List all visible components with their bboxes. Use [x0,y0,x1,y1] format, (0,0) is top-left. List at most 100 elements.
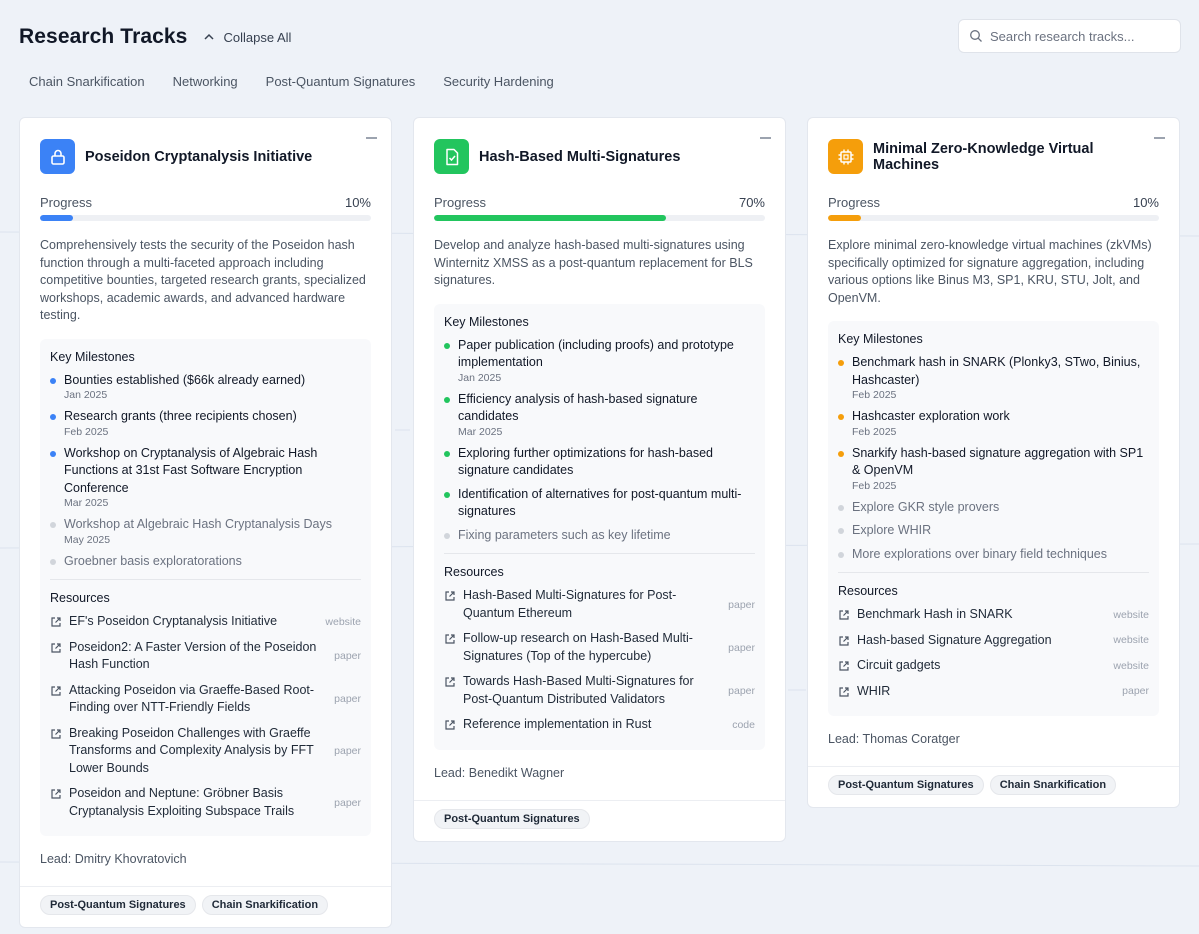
milestone-text: Paper publication (including proofs) and… [458,337,734,370]
resource-link[interactable]: Breaking Poseidon Challenges with Graeff… [50,725,361,778]
milestone-dot [838,528,844,534]
collapse-all-button[interactable]: Collapse All [203,30,291,45]
milestone-item: Research grants (three recipients chosen… [50,408,361,439]
resource-type: website [1113,608,1149,621]
milestone-text: Hashcaster exploration work [852,409,1010,423]
filter-post-quantum-signatures[interactable]: Post-Quantum Signatures [266,74,416,89]
tag-list: Post-Quantum Signatures Chain Snarkifica… [808,766,1179,807]
external-link-icon [839,610,849,620]
resource-type: website [1113,659,1149,672]
milestone-item: Workshop at Algebraic Hash Cryptanalysis… [50,516,361,547]
milestones-resources-panel: Key Milestones Benchmark hash in SNARK (… [828,321,1159,716]
milestone-dot [50,450,56,457]
external-link-icon [445,634,455,644]
external-link-icon [51,617,61,627]
tag-chip[interactable]: Post-Quantum Signatures [828,775,984,795]
resource-link[interactable]: Poseidon2: A Faster Version of the Posei… [50,639,361,674]
collapse-card-icon[interactable] [366,130,377,141]
tag-chip[interactable]: Chain Snarkification [989,775,1117,795]
card-title: Minimal Zero-Knowledge Virtual Machines [873,140,1094,173]
search-icon [970,30,982,42]
collapse-card-icon[interactable] [1154,130,1165,141]
resource-link[interactable]: EF's Poseidon Cryptanalysis Initiative we… [50,613,361,631]
card-description: Explore minimal zero-knowledge virtual m… [828,238,1152,305]
milestone-date: Jan 2025 [64,389,108,401]
milestones-heading: Key Milestones [50,349,135,364]
milestone-text: Workshop at Algebraic Hash Cryptanalysis… [64,517,332,531]
tag-chip[interactable]: Post-Quantum Signatures [434,808,590,829]
resource-link[interactable]: Benchmark Hash in SNARK website [838,606,1149,624]
resource-link[interactable]: Attacking Poseidon via Graeffe-Based Roo… [50,682,361,717]
resource-type: paper [728,598,755,611]
progress-bar [434,215,765,221]
resource-title: EF's Poseidon Cryptanalysis Initiative [69,614,278,628]
milestone-dot [444,450,450,457]
milestone-text: Identification of alternatives for post-… [458,486,742,519]
resource-type: paper [1122,685,1149,698]
chevron-up-icon [204,33,214,40]
milestones-resources-panel: Key Milestones Bounties established ($66… [40,338,371,836]
page-title: Research Tracks [19,25,188,48]
milestone-item: Snarkify hash-based signature aggregatio… [838,445,1149,493]
resource-link[interactable]: Reference implementation in Rust code [444,716,755,734]
resource-title: Hash-Based Multi-Signatures for Post-Qua… [463,588,677,620]
resource-title: WHIR [857,683,891,698]
milestone-item: Benchmark hash in SNARK (Plonky3, STwo, … [838,354,1149,402]
resource-link[interactable]: Poseidon and Neptune: Gröbner Basis Cryp… [50,785,361,820]
resource-type: website [325,615,361,628]
filter-security-hardening[interactable]: Security Hardening [443,74,554,89]
resources-heading: Resources [444,565,504,579]
milestone-date: Jan 2025 [458,371,502,384]
filter-networking[interactable]: Networking [173,74,238,89]
card-title: Hash-Based Multi-Signatures [479,148,681,165]
milestone-dot [50,414,56,420]
search-input[interactable] [990,28,1170,44]
resource-title: Poseidon2: A Faster Version of the Posei… [69,639,317,672]
milestone-dot [838,504,844,511]
milestone-item: More explorations over binary field tech… [838,546,1149,564]
tag-chip[interactable]: Chain Snarkification [201,895,329,915]
progress-value: 10% [344,195,371,210]
track-card-hash-multisig: Hash-Based Multi-Signatures Progress 70%… [413,117,786,842]
external-link-icon [51,685,61,696]
milestone-item: Fixing parameters such as key lifetime [444,527,755,545]
track-card-poseidon: Poseidon Cryptanalysis Initiative Progre… [19,117,392,928]
milestones-heading: Key Milestones [838,332,923,346]
resource-link[interactable]: Towards Hash-Based Multi-Signatures for … [444,673,755,708]
milestone-item: Explore GKR style provers [838,499,1149,517]
resource-link[interactable]: Follow-up research on Hash-Based Multi-S… [444,630,755,665]
milestones-heading: Key Milestones [444,314,529,329]
file-check-icon [434,139,469,174]
resource-title: Follow-up research on Hash-Based Multi-S… [463,631,693,663]
tag-chip[interactable]: Post-Quantum Signatures [40,895,196,915]
external-link-icon [445,677,455,687]
resource-type: website [1113,634,1149,647]
milestone-text: Bounties established ($66k already earne… [64,372,306,387]
lock-icon [40,139,75,174]
resource-link[interactable]: Hash-Based Multi-Signatures for Post-Qua… [444,587,755,622]
milestone-dot [444,491,450,498]
progress-value: 70% [738,195,765,210]
resource-link[interactable]: WHIR paper [838,683,1149,701]
external-link-icon [51,642,61,653]
search-box[interactable] [958,19,1181,53]
milestone-dot [838,360,844,366]
milestone-dot [838,414,844,420]
milestone-date: Feb 2025 [852,425,897,438]
milestone-item: Explore WHIR [838,522,1149,540]
resource-title: Poseidon and Neptune: Gröbner Basis Cryp… [69,786,295,818]
milestone-dot [50,522,56,528]
milestone-item: Hashcaster exploration work Feb 2025 [838,408,1149,439]
filter-chain-snarkification[interactable]: Chain Snarkification [29,74,145,89]
track-lead: Lead: Thomas Coratger [828,732,960,746]
progress-fill [40,215,74,221]
progress-label: Progress [40,195,93,210]
collapse-card-icon[interactable] [760,130,771,141]
milestone-text: Explore WHIR [852,523,932,537]
resource-link[interactable]: Circuit gadgets website [838,657,1149,675]
track-lead: Lead: Benedikt Wagner [434,765,565,780]
external-link-icon [445,591,455,601]
milestone-dot [444,532,450,539]
milestone-text: Fixing parameters such as key lifetime [458,527,671,542]
resource-link[interactable]: Hash-based Signature Aggregation website [838,632,1149,650]
